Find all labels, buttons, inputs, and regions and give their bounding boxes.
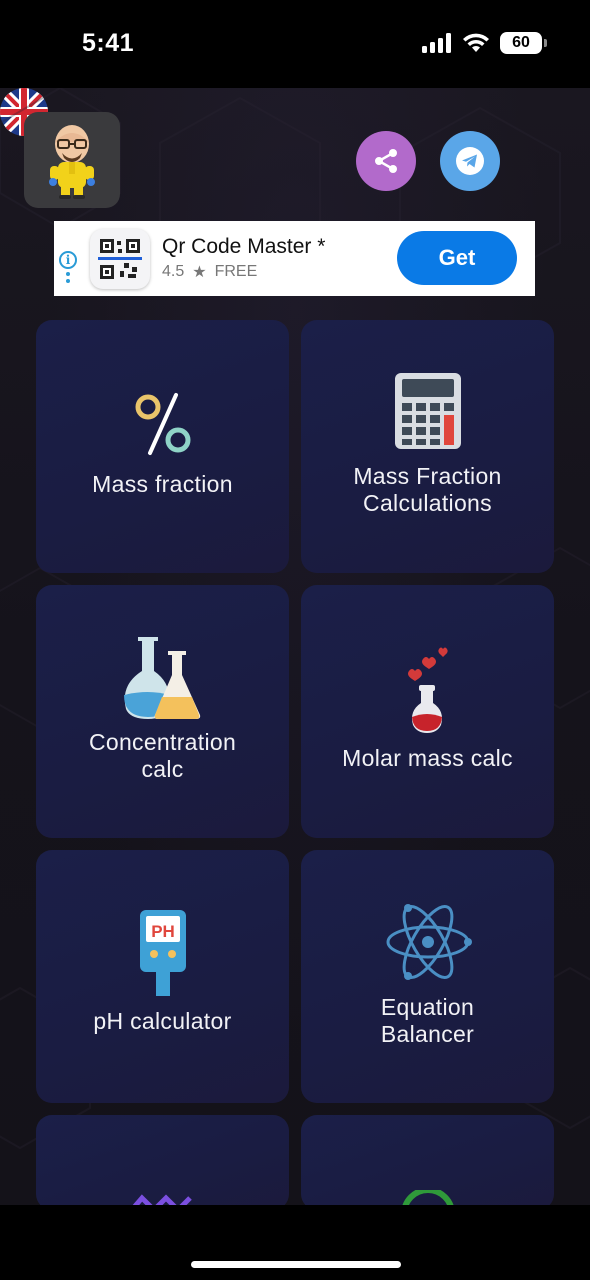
ad-banner[interactable]: i Qr Code Master * 4.5 ★ FREE Get [54, 221, 535, 296]
ad-rating: 4.5 [162, 263, 185, 280]
telegram-icon [456, 147, 484, 175]
calculator-icon [394, 372, 461, 449]
card-label: Mass fraction [92, 471, 233, 497]
percent-icon [135, 393, 190, 455]
home-indicator[interactable] [191, 1261, 401, 1268]
card-label: Concentration calc [88, 728, 237, 782]
card-equation-balancer[interactable]: Equation Balancer [301, 850, 554, 1103]
ad-info-icon[interactable]: i [58, 251, 78, 287]
love-potion-icon [407, 647, 448, 733]
card-label: Molar mass calc [342, 745, 513, 771]
profile-avatar-button[interactable] [24, 112, 120, 208]
atom-icon [386, 903, 472, 980]
card-molar-mass-calc[interactable]: Molar mass calc [301, 585, 554, 838]
ph-meter-icon: PH [139, 910, 186, 996]
card-concentration-calc[interactable]: Concentration calc [36, 585, 289, 838]
wifi-icon [463, 33, 489, 52]
home-bar-area [0, 1205, 590, 1280]
card-mass-fraction-calculations[interactable]: Mass Fraction Calculations [301, 320, 554, 573]
ad-meta: 4.5 ★ FREE [162, 262, 257, 282]
ad-get-button[interactable]: Get [397, 231, 517, 285]
card-partial-left[interactable] [36, 1115, 289, 1205]
cartoon-chemist-avatar-icon [49, 125, 95, 199]
status-time: 5:41 [82, 29, 135, 57]
status-bar: 5:41 60 [0, 0, 590, 88]
card-mass-fraction[interactable]: Mass fraction [36, 320, 289, 573]
qr-code-app-icon [90, 229, 150, 289]
star-icon: ★ [192, 264, 207, 281]
share-icon [375, 149, 397, 173]
card-label: pH calculator [93, 1008, 232, 1034]
app-content: i Qr Code Master * 4.5 ★ FREE Get Mass f… [0, 88, 590, 1205]
card-label: Mass Fraction Calculations [353, 462, 502, 516]
ad-price: FREE [214, 263, 258, 280]
card-partial-right[interactable] [301, 1115, 554, 1205]
cellular-signal-icon [422, 33, 451, 53]
status-icons: 60 [422, 32, 547, 54]
wave-icon [132, 1194, 192, 1205]
circle-icon [402, 1190, 453, 1205]
svg-text:PH: PH [151, 922, 175, 941]
ad-title: Qr Code Master * [162, 235, 326, 258]
flasks-icon [123, 636, 200, 719]
card-ph-calculator[interactable]: PH pH calculator [36, 850, 289, 1103]
card-label: Equation Balancer [380, 993, 475, 1047]
telegram-button[interactable] [440, 131, 500, 191]
share-button[interactable] [356, 131, 416, 191]
battery-indicator: 60 [500, 32, 547, 54]
